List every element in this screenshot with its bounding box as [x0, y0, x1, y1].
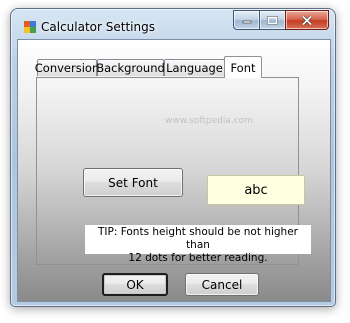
- settings-window: Calculator Settings www.softpedia.com Se…: [10, 8, 336, 307]
- tab-language[interactable]: Language: [164, 59, 225, 76]
- caption-buttons: [233, 10, 329, 30]
- tip-box: TIP: Fonts height should be not higher t…: [85, 225, 311, 264]
- title-bar[interactable]: Calculator Settings: [11, 9, 335, 39]
- calculator-app-icon: [24, 21, 36, 33]
- watermark-text: www.softpedia.com: [165, 116, 253, 126]
- tab-background[interactable]: Background: [96, 59, 165, 76]
- minimize-button[interactable]: [233, 10, 259, 30]
- minimize-icon: [242, 20, 251, 24]
- font-tab-panel: www.softpedia.com Set Font abc TIP: Font…: [36, 77, 311, 265]
- dialog-client-area: www.softpedia.com Set Font abc TIP: Font…: [17, 39, 331, 302]
- cancel-button[interactable]: Cancel: [185, 273, 259, 296]
- ok-button[interactable]: OK: [102, 273, 168, 296]
- tab-font[interactable]: Font: [224, 56, 262, 78]
- tip-line-2: 12 dots for better reading.: [128, 252, 268, 264]
- close-button[interactable]: [285, 10, 329, 30]
- maximize-button[interactable]: [259, 10, 285, 30]
- font-preview-box: abc: [207, 175, 305, 205]
- close-icon: [301, 14, 313, 26]
- tip-line-1: TIP: Fonts height should be not higher t…: [98, 226, 298, 251]
- set-font-button[interactable]: Set Font: [83, 168, 183, 197]
- window-title: Calculator Settings: [41, 20, 155, 34]
- maximize-icon: [267, 15, 278, 25]
- tab-conversion[interactable]: Conversion: [35, 59, 99, 76]
